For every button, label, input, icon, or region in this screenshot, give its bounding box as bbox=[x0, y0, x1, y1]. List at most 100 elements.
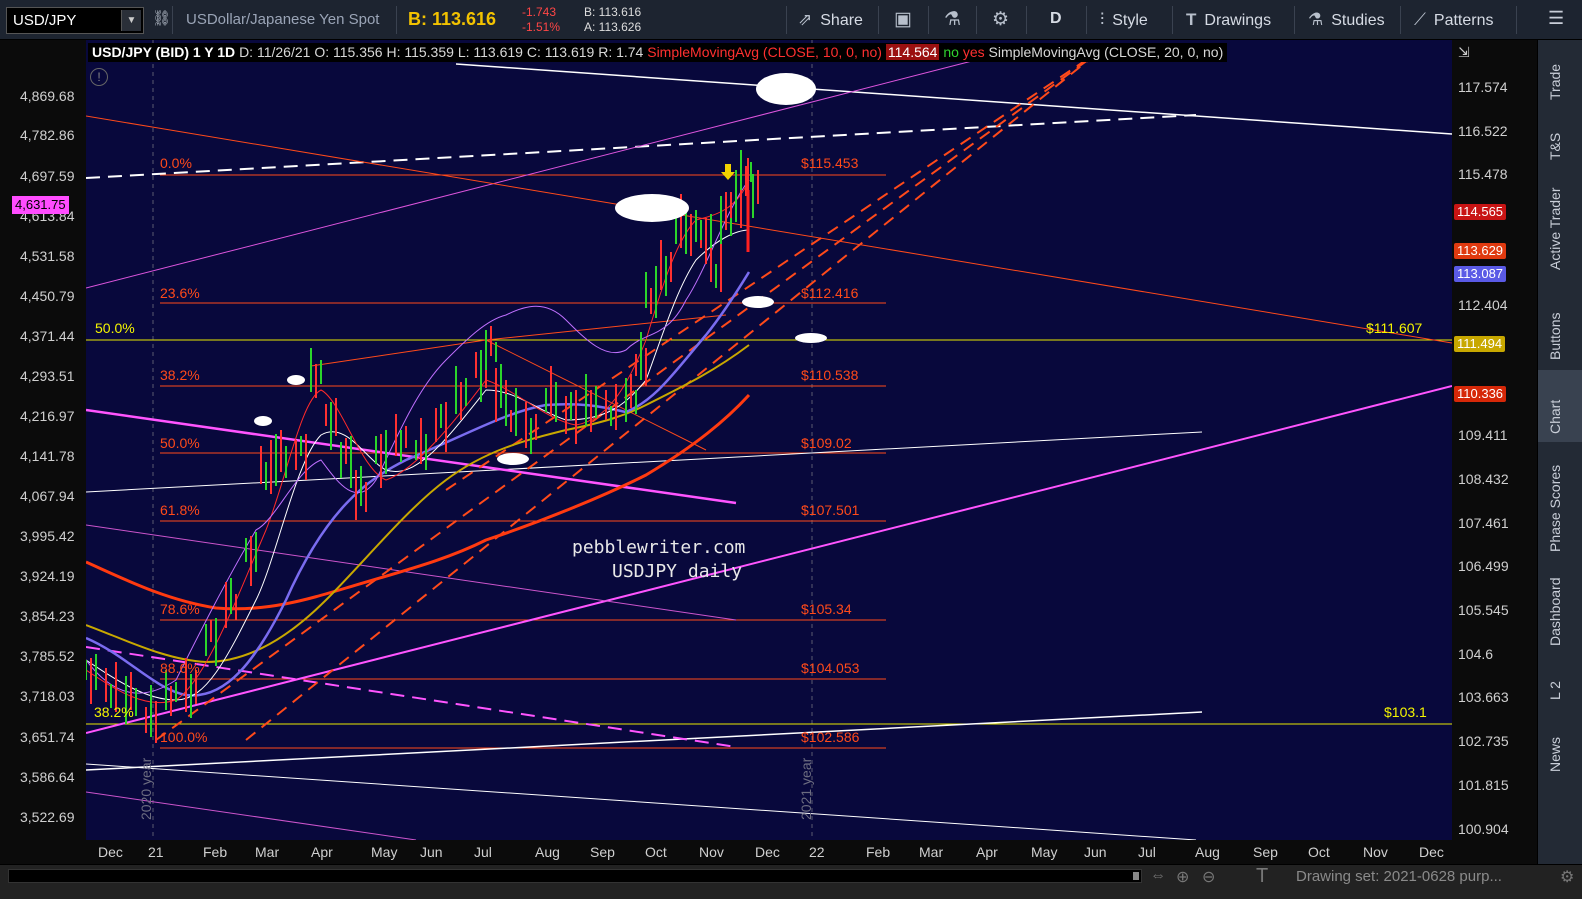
orange-dashed-channel[interactable] bbox=[245, 53, 1097, 741]
right-axis-tick: 101.815 bbox=[1458, 777, 1509, 793]
scrollbar-thumb[interactable] bbox=[1133, 872, 1139, 880]
style-icon: ⫶ bbox=[1100, 10, 1105, 29]
right-axis-tick: 103.663 bbox=[1458, 689, 1509, 705]
side-tab-label: T&S bbox=[1547, 132, 1563, 160]
side-tab-trade[interactable]: Trade bbox=[1538, 40, 1582, 108]
drawing-set-label[interactable]: Drawing set: 2021-0628 purp... bbox=[1296, 868, 1502, 885]
style-button[interactable]: ⫶ Style bbox=[1100, 10, 1148, 30]
left-axis-tick: 3,586.64 bbox=[20, 769, 75, 785]
magenta-channel-line[interactable] bbox=[86, 59, 977, 289]
snapshot-icon[interactable]: ▣ bbox=[894, 8, 912, 31]
annotation-oval[interactable] bbox=[795, 333, 827, 343]
orange-dashed-channel[interactable] bbox=[445, 59, 1087, 491]
patterns-label: Patterns bbox=[1433, 12, 1494, 29]
time-axis-tick: Jun bbox=[1084, 844, 1107, 860]
left-axis-tick: 3,995.42 bbox=[20, 528, 75, 544]
time-axis-tick: Jun bbox=[420, 844, 443, 860]
drawings-button[interactable]: T Drawings bbox=[1186, 10, 1271, 30]
text-tool-icon[interactable]: T bbox=[1256, 865, 1268, 888]
orange-trendline[interactable] bbox=[86, 115, 1452, 344]
period-button[interactable]: D bbox=[1050, 10, 1062, 28]
fib-percent-label: 61.8% bbox=[160, 502, 200, 518]
annotation-oval[interactable] bbox=[497, 453, 529, 465]
price-chart[interactable]: 0.0% $115.453 23.6% $112.416 38.2% $110.538 50… bbox=[86, 40, 1452, 840]
watermark-site: pebblewriter.com bbox=[572, 537, 746, 558]
studies-button[interactable]: ⚗ Studies bbox=[1308, 10, 1385, 30]
side-tab-l-2[interactable]: L 2 bbox=[1538, 656, 1582, 708]
flask-icon[interactable]: ⚗ bbox=[944, 8, 961, 31]
white-trendline[interactable] bbox=[455, 63, 1452, 135]
change-percent: -1.51% bbox=[522, 20, 561, 34]
side-tab-t-s[interactable]: T&S bbox=[1538, 110, 1582, 168]
side-tab-label: Buttons bbox=[1547, 312, 1563, 360]
time-axis-tick: Apr bbox=[311, 844, 333, 860]
share-button[interactable]: ⇗ Share bbox=[798, 10, 863, 30]
annotation-oval[interactable] bbox=[756, 73, 816, 105]
left-axis-tick: 4,782.86 bbox=[20, 127, 75, 143]
white-trendline[interactable] bbox=[86, 431, 1203, 493]
left-axis-tick: 3,651.74 bbox=[20, 729, 75, 745]
ask-small: A: 113.626 bbox=[584, 20, 642, 34]
side-tab-active-trader[interactable]: Active Trader bbox=[1538, 170, 1582, 278]
white-trendline[interactable] bbox=[86, 763, 1197, 840]
legend-flag-no: no bbox=[943, 44, 959, 60]
pan-icon[interactable]: ⇔ bbox=[1150, 867, 1166, 885]
right-axis-tick: 100.904 bbox=[1458, 821, 1509, 837]
annotation-oval[interactable] bbox=[742, 296, 774, 308]
annotation-oval[interactable] bbox=[254, 416, 272, 426]
collapse-icon[interactable]: ⇲ bbox=[1458, 44, 1470, 61]
top-toolbar: USD/JPY ▼ ⛓ USDollar/Japanese Yen Spot B… bbox=[0, 0, 1582, 40]
time-axis-tick: May bbox=[1031, 844, 1058, 860]
side-tab-news[interactable]: News bbox=[1538, 710, 1582, 780]
legend-sma2[interactable]: SimpleMovingAvg (CLOSE, 20, 0, no) bbox=[989, 44, 1224, 60]
side-tab-chart[interactable]: Chart bbox=[1538, 370, 1582, 442]
white-trendline[interactable] bbox=[86, 711, 1203, 771]
time-axis-tick: Mar bbox=[255, 844, 280, 860]
side-tab-dashboard[interactable]: Dashboard bbox=[1538, 562, 1582, 654]
change-values: -1.743 -1.51% bbox=[522, 5, 560, 35]
left-axis-tick: 4,697.59 bbox=[20, 168, 75, 184]
legend-sma1-value: 114.564 bbox=[885, 44, 940, 60]
white-dashed-trendline[interactable] bbox=[86, 114, 1197, 179]
orange-trendline[interactable] bbox=[310, 339, 487, 367]
side-tab-label: Chart bbox=[1547, 399, 1563, 434]
left-axis-tick: 4,067.94 bbox=[20, 488, 75, 504]
yellow-fib-price: $111.607 bbox=[1366, 320, 1423, 336]
link-icon[interactable]: ⛓ bbox=[152, 9, 171, 27]
menu-icon[interactable]: ☰ bbox=[1548, 8, 1564, 29]
legend-sma1[interactable]: SimpleMovingAvg (CLOSE, 10, 0, no) bbox=[647, 44, 882, 60]
divider bbox=[786, 6, 787, 34]
magenta-trendline[interactable] bbox=[86, 791, 417, 840]
side-tab-buttons[interactable]: Buttons bbox=[1538, 280, 1582, 368]
right-axis-tick: 109.411 bbox=[1458, 427, 1508, 443]
annotation-oval[interactable] bbox=[287, 375, 305, 385]
info-icon[interactable]: ! bbox=[90, 68, 108, 86]
orange-trendline[interactable] bbox=[485, 314, 727, 341]
patterns-button[interactable]: ⟋ Patterns bbox=[1414, 10, 1494, 30]
fib-price-label: $102.586 bbox=[801, 729, 860, 745]
legend-high: H: 115.359 bbox=[386, 44, 454, 60]
change-absolute: -1.743 bbox=[522, 5, 557, 19]
down-arrow-marker[interactable] bbox=[721, 164, 735, 180]
settings-icon[interactable]: ⚙ bbox=[1560, 867, 1574, 887]
divider bbox=[976, 6, 977, 34]
time-axis-tick: Dec bbox=[1419, 844, 1444, 860]
zoom-icon[interactable]: ⊖ bbox=[1202, 867, 1215, 887]
magenta-trendline[interactable] bbox=[86, 385, 1452, 734]
share-icon: ⇗ bbox=[798, 10, 813, 29]
gear-icon[interactable]: ⚙ bbox=[992, 8, 1009, 31]
side-tab-label: Dashboard bbox=[1547, 577, 1563, 647]
time-axis-tick: Mar bbox=[919, 844, 944, 860]
symbol-input[interactable]: USD/JPY ▼ bbox=[6, 7, 144, 34]
side-tab-phase-scores[interactable]: Phase Scores bbox=[1538, 444, 1582, 560]
chart-scrollbar[interactable] bbox=[8, 869, 1142, 883]
left-price-axis: 4,869.68 4,782.86 4,697.59 4,613.84 4,531.58… bbox=[0, 40, 86, 840]
symbol-dropdown-icon[interactable]: ▼ bbox=[121, 10, 141, 31]
time-axis-tick: Feb bbox=[203, 844, 228, 860]
watermark-title: USDJPY daily bbox=[612, 561, 743, 582]
crosshair-icon[interactable]: ⊕ bbox=[1176, 867, 1189, 887]
yellow-fib-pct: 38.2% bbox=[94, 704, 134, 720]
annotation-oval[interactable] bbox=[615, 194, 689, 222]
bid-ask: B: 113.616 A: 113.626 bbox=[584, 5, 641, 35]
right-axis-tick: 112.404 bbox=[1458, 297, 1508, 313]
